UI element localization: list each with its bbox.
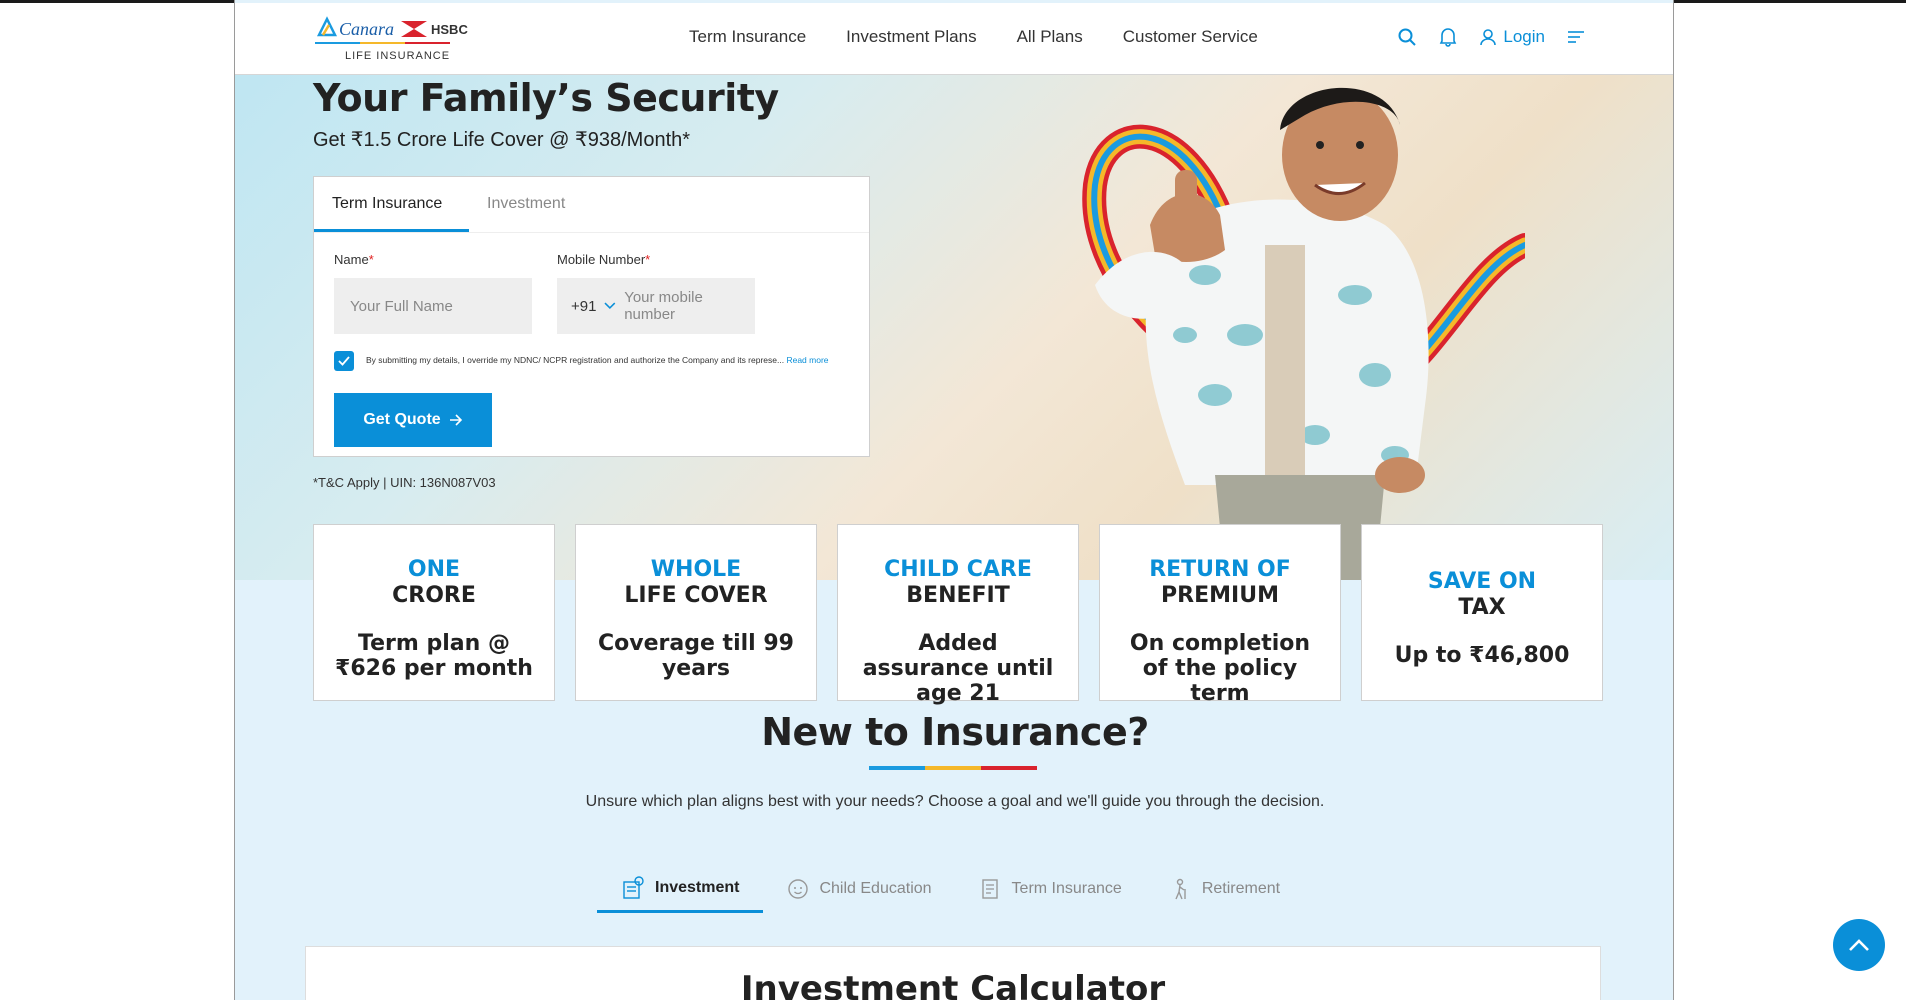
feature-card-whole-life[interactable]: WHOLE LIFE COVER Coverage till 99 years [575,524,817,701]
svg-text:LIFE INSURANCE: LIFE INSURANCE [345,50,450,62]
goal-tabs: Investment Child Education Term Insuranc… [597,865,1304,913]
site-header: Canara HSBC LIFE INSURANCE Term Insuranc… [235,3,1673,75]
form-tabs: Term Insurance Investment [314,177,869,233]
brand-logo[interactable]: Canara HSBC LIFE INSURANCE [315,13,485,67]
hero-person-image [1082,87,1525,580]
user-icon [1480,29,1497,46]
feature-card-save-tax[interactable]: SAVE ON TAX Up to ₹46,800 [1361,524,1603,701]
nav-all-plans[interactable]: All Plans [1017,27,1083,47]
child-face-icon [788,879,809,899]
read-more-link[interactable]: Read more [786,355,828,365]
page-frame: Canara HSBC LIFE INSURANCE Term Insuranc… [234,0,1674,1000]
consent-text: By submitting my details, I override my … [366,355,829,365]
investment-calculator: Investment Calculator [305,946,1601,1000]
hero-subtitle: Get ₹1.5 Crore Life Cover @ ₹938/Month* [313,129,691,151]
terms-note: *T&C Apply | UIN: 136N087V03 [313,475,496,490]
check-icon [338,356,350,366]
login-label: Login [1503,27,1545,46]
calculator-title: Investment Calculator [740,969,1166,1000]
canara-logo-icon: Canara HSBC LIFE INSURANCE [315,16,468,62]
search-icon[interactable] [1397,27,1417,47]
feature-detail: On completion of the policy term [1129,631,1311,706]
feature-title: BENEFIT [906,583,1010,608]
goal-tab-term-insurance[interactable]: Term Insurance [956,865,1146,913]
get-quote-label: Get Quote [363,411,441,428]
chevron-up-icon [1849,939,1869,951]
consent-checkbox[interactable] [334,351,354,371]
menu-icon[interactable] [1567,29,1585,45]
feature-title-accent: CHILD CARE [884,557,1032,582]
section-title: New to Insurance? [761,710,1149,754]
feature-title: TAX [1458,595,1506,620]
header-actions: Login [1397,27,1585,47]
mobile-label: Mobile Number* [557,252,651,267]
goal-label: Term Insurance [1011,880,1122,897]
chevron-down-icon[interactable] [604,302,616,310]
feature-card-child-care[interactable]: CHILD CARE BENEFIT Added assurance until… [837,524,1079,706]
feature-title: LIFE COVER [624,583,768,608]
document-icon [981,879,998,899]
goal-label: Retirement [1201,880,1281,897]
goal-tab-retirement[interactable]: Retirement [1146,865,1304,913]
feature-cards: ONE CRORE Term plan @ ₹626 per month WHO… [313,524,1603,706]
feature-title-accent: SAVE ON [1427,569,1537,594]
goal-label: Investment [655,878,740,896]
feature-title-accent: WHOLE [650,557,742,582]
name-input[interactable]: Your Full Name [334,278,532,334]
main-nav: Term Insurance Investment Plans All Plan… [689,27,1258,47]
svg-text:Canara: Canara [339,19,394,39]
login-button[interactable]: Login [1479,27,1545,47]
goal-tab-investment[interactable]: Investment [597,865,764,913]
mobile-field: +91 Your mobile number [557,278,755,334]
goal-tab-child-education[interactable]: Child Education [763,865,955,913]
feature-detail: Term plan @ ₹626 per month [335,631,533,681]
investment-icon [623,875,644,899]
feature-title-accent: ONE [407,557,461,582]
country-code-select[interactable]: +91 [571,298,596,315]
quote-form: Term Insurance Investment Name* Your Ful… [313,176,870,457]
hero-title: Your Family’s Security [313,76,779,120]
tab-investment[interactable]: Investment [469,177,583,232]
mobile-label-text: Mobile Number [557,252,646,267]
nav-term-insurance[interactable]: Term Insurance [689,27,806,47]
tab-term-insurance[interactable]: Term Insurance [314,177,469,232]
feature-card-one-crore[interactable]: ONE CRORE Term plan @ ₹626 per month [313,524,555,701]
feature-title: PREMIUM [1161,583,1279,608]
bell-icon[interactable] [1439,27,1457,47]
consent-copy: By submitting my details, I override my … [366,355,785,365]
name-label: Name* [334,252,374,267]
section-subtitle: Unsure which plan aligns best with your … [585,793,1325,810]
feature-card-return-premium[interactable]: RETURN OF PREMIUM On completion of the p… [1099,524,1341,706]
elderly-person-icon [1175,878,1186,900]
feature-detail: Coverage till 99 years [598,631,794,681]
hero-banner: Your Family’s Security Get ₹1.5 Crore Li… [235,75,1673,580]
scroll-to-top-button[interactable] [1833,919,1885,971]
svg-text:HSBC: HSBC [431,22,468,37]
name-label-text: Name [334,252,369,267]
arrow-right-icon [449,414,462,426]
feature-title-accent: RETURN OF [1149,557,1291,582]
feature-title: CRORE [392,583,476,608]
goal-label: Child Education [819,880,932,897]
brand-divider [869,766,1037,770]
mobile-input[interactable]: Your mobile number [624,289,755,323]
get-quote-button[interactable]: Get Quote [334,393,492,447]
nav-investment-plans[interactable]: Investment Plans [846,27,976,47]
feature-detail: Up to ₹46,800 [1394,643,1570,668]
feature-detail: Added assurance until age 21 [862,631,1054,706]
nav-customer-service[interactable]: Customer Service [1123,27,1258,47]
